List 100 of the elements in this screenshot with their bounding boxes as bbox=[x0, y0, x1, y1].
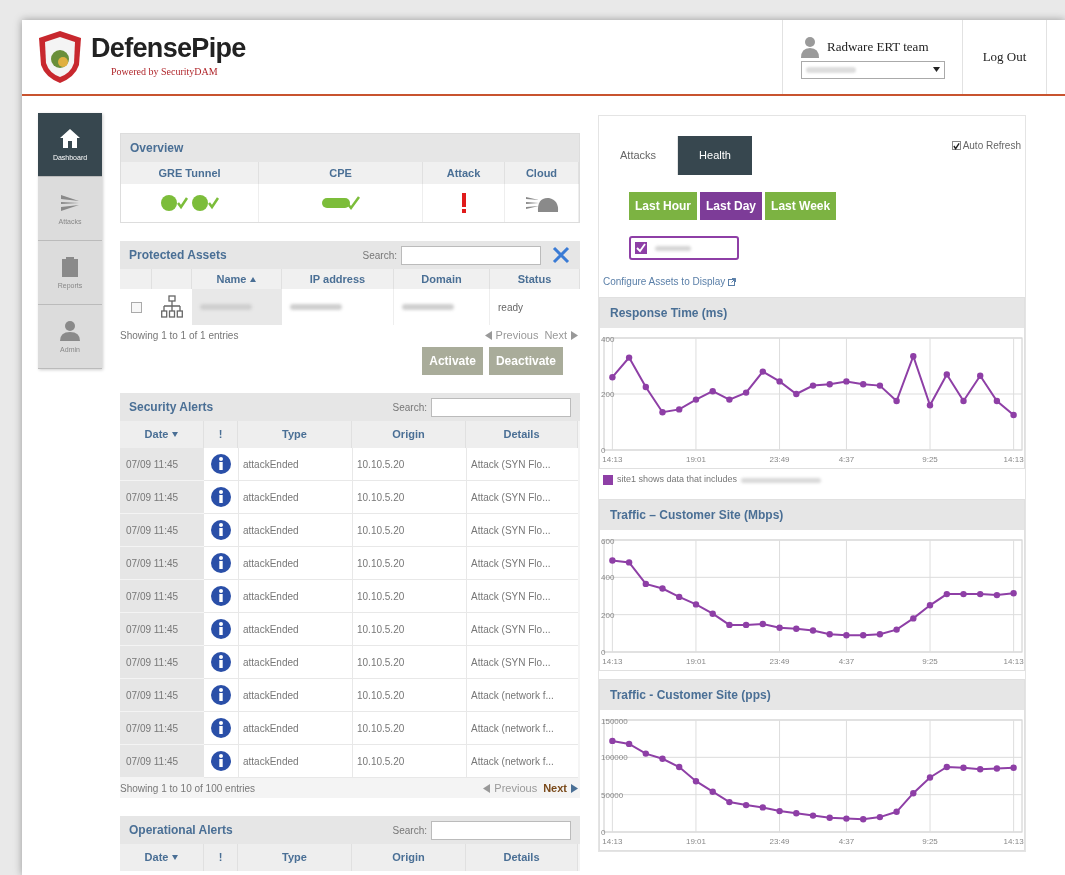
table-cell-text: 10.10.5.20 bbox=[357, 490, 405, 505]
search-field[interactable] bbox=[431, 397, 571, 417]
info-icon bbox=[211, 586, 231, 606]
tick-label: 23:49 bbox=[769, 455, 790, 464]
redacted-text bbox=[290, 304, 342, 310]
column-header: Attack bbox=[446, 165, 481, 181]
data-point bbox=[843, 378, 850, 385]
next-arrow-icon bbox=[571, 330, 578, 340]
search-field[interactable] bbox=[431, 820, 571, 840]
info-icon bbox=[211, 487, 231, 507]
house-icon bbox=[59, 128, 81, 150]
search-label: Search: bbox=[392, 823, 427, 838]
table-cell-text: Attack (SYN Flo... bbox=[471, 523, 551, 538]
tick-label: 4:37 bbox=[838, 455, 855, 464]
data-point bbox=[726, 621, 733, 629]
logout-link[interactable]: Log Out bbox=[982, 47, 1027, 67]
legend-text: site1 shows data that includes bbox=[617, 473, 738, 487]
period-button[interactable]: Last Day bbox=[700, 192, 763, 220]
column-header: ! bbox=[218, 850, 223, 866]
data-point bbox=[625, 354, 633, 361]
tick-label: 4:37 bbox=[838, 657, 855, 666]
tick-label: 200 bbox=[601, 390, 615, 399]
tick-label: 0 bbox=[601, 828, 606, 837]
table-cell-text: 10.10.5.20 bbox=[357, 457, 405, 472]
configure-link[interactable]: Configure Assets to Display bbox=[603, 274, 1025, 289]
data-point bbox=[759, 804, 766, 811]
panel-title: Protected Assets bbox=[129, 247, 228, 264]
column-header: Type bbox=[282, 850, 307, 866]
data-point bbox=[776, 378, 783, 385]
data-point bbox=[742, 801, 750, 809]
column-header: Status bbox=[517, 271, 552, 287]
shield-logo-icon bbox=[37, 29, 83, 85]
table-cell-text: 10.10.5.20 bbox=[357, 688, 405, 703]
table-cell-text: 07/09 11:45 bbox=[126, 523, 179, 538]
table-cell-text: 07/09 11:45 bbox=[126, 490, 179, 505]
tick-label: 9:25 bbox=[922, 837, 938, 846]
info-icon bbox=[211, 553, 231, 573]
data-point bbox=[943, 590, 950, 598]
table-cell-text: 07/09 11:45 bbox=[126, 556, 179, 571]
chart-title: Traffic - Customer Site (pps) bbox=[610, 687, 771, 704]
data-point bbox=[659, 585, 666, 592]
account-select[interactable] bbox=[801, 60, 945, 79]
tick-label: 14:13 bbox=[1003, 657, 1024, 666]
info-icon bbox=[211, 520, 231, 540]
table-info: Showing 1 to 10 of 100 entries bbox=[120, 781, 257, 796]
data-point bbox=[759, 620, 766, 628]
tick-label: 19:01 bbox=[685, 657, 706, 666]
chart-title: Response Time (ms) bbox=[610, 305, 728, 322]
tick-label: 14:13 bbox=[1003, 455, 1024, 464]
data-point bbox=[860, 632, 867, 639]
table-cell-text: 07/09 11:45 bbox=[126, 622, 179, 637]
previous-arrow-icon bbox=[484, 330, 492, 340]
table-cell-text: 10.10.5.20 bbox=[357, 589, 405, 604]
column-header: Origin bbox=[392, 850, 425, 866]
tab[interactable]: Health bbox=[678, 136, 752, 175]
data-point bbox=[843, 815, 850, 822]
dropdown-arrow-icon bbox=[933, 67, 940, 72]
tick-label: 0 bbox=[601, 648, 606, 657]
data-point bbox=[943, 371, 950, 378]
hierarchy-icon bbox=[161, 295, 183, 319]
table-cell-text: attackEnded bbox=[243, 490, 299, 505]
row-checkbox[interactable] bbox=[130, 301, 142, 313]
logo-tagline: Powered by SecurityDAM bbox=[110, 65, 219, 79]
data-point bbox=[926, 402, 934, 409]
data-point bbox=[709, 788, 716, 795]
data-point bbox=[960, 397, 967, 405]
asset-toggle[interactable] bbox=[629, 236, 739, 260]
table-cell-text: Attack (SYN Flo... bbox=[471, 556, 551, 571]
column-header: IP address bbox=[309, 271, 366, 287]
data-point bbox=[1010, 411, 1017, 419]
checkbox[interactable] bbox=[951, 141, 961, 150]
column-header: Name bbox=[216, 271, 247, 287]
data-point bbox=[709, 610, 716, 617]
data-point bbox=[692, 601, 700, 608]
checkbox-label: Auto Refresh bbox=[962, 139, 1021, 153]
search-field[interactable] bbox=[401, 245, 541, 265]
table-cell-text: 10.10.5.20 bbox=[357, 754, 405, 769]
table-cell-text: Attack (network f... bbox=[471, 754, 554, 769]
tick-label: 23:49 bbox=[769, 837, 790, 846]
table-cell-text: Attack (SYN Flo... bbox=[471, 457, 551, 472]
period-button[interactable]: Last Week bbox=[765, 192, 837, 220]
data-point bbox=[943, 763, 950, 771]
data-point bbox=[876, 631, 884, 638]
data-point bbox=[876, 382, 884, 389]
period-button[interactable]: Last Hour bbox=[629, 192, 697, 220]
tick-label: 150000 bbox=[601, 717, 628, 726]
tick-label: 9:25 bbox=[922, 657, 938, 666]
data-point bbox=[726, 396, 733, 403]
table-cell-text: 10.10.5.20 bbox=[357, 721, 405, 736]
info-icon bbox=[211, 652, 231, 672]
previous-arrow-icon bbox=[483, 783, 491, 793]
table-cell-text: attackEnded bbox=[243, 523, 299, 538]
data-point bbox=[609, 374, 616, 381]
table-cell-text: 07/09 11:45 bbox=[126, 688, 179, 703]
check-icon bbox=[636, 243, 646, 253]
data-point bbox=[893, 808, 900, 815]
data-point bbox=[776, 624, 783, 631]
table-cell-text: 07/09 11:45 bbox=[126, 721, 179, 736]
next-link[interactable]: Next bbox=[543, 779, 578, 797]
data-point bbox=[659, 755, 666, 762]
